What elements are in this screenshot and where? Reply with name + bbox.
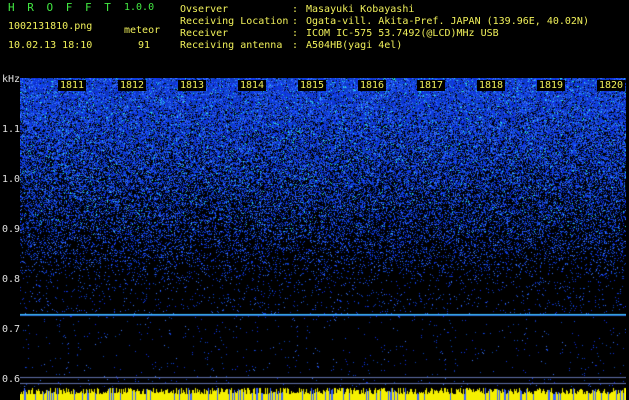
app-title: H R O F F T — [8, 1, 114, 14]
time-tick-label: 1820 — [597, 80, 626, 91]
location-colon: : — [292, 16, 299, 27]
freq-tick-label: 0.9 — [2, 224, 21, 235]
time-tick-label: 1819 — [537, 80, 566, 91]
freq-tick-label: 1.0 — [2, 174, 21, 185]
observer-colon: : — [292, 4, 299, 15]
receiver-value: ICOM IC-575 53.7492(@LCD)MHz USB — [306, 28, 499, 39]
spectrogram-plot — [20, 78, 626, 392]
antenna-label: Receiving antenna — [180, 40, 283, 51]
antenna-colon: : — [292, 40, 299, 51]
freq-tick-label: 0.6 — [2, 374, 21, 385]
time-tick-label: 1818 — [477, 80, 506, 91]
time-tick-label: 1812 — [118, 80, 147, 91]
freq-tick-label: 1.1 — [2, 124, 21, 135]
receiver-label: Receiver — [180, 28, 229, 39]
file-name: 1002131810.png — [8, 21, 93, 32]
freq-axis-unit: kHz — [2, 74, 21, 85]
time-tick-label: 1811 — [58, 80, 87, 91]
time-tick-label: 1815 — [298, 80, 327, 91]
receiver-colon: : — [292, 28, 299, 39]
time-tick-label: 1813 — [178, 80, 207, 91]
antenna-value: A504HB(yagi 4el) — [306, 40, 403, 51]
freq-tick-label: 0.7 — [2, 324, 21, 335]
date-time: 10.02.13 18:10 — [8, 40, 93, 51]
time-tick-label: 1816 — [358, 80, 387, 91]
time-tick-label: 1814 — [238, 80, 267, 91]
observer-label: Ovserver — [180, 4, 229, 15]
location-label: Receiving Location — [180, 16, 289, 27]
meteor-count: 91 — [138, 40, 151, 51]
time-tick-label: 1817 — [417, 80, 446, 91]
signal-level-strip — [20, 387, 626, 400]
app-version: 1.0.0 — [124, 2, 155, 13]
meteor-label: meteor — [124, 25, 161, 36]
location-value: Ogata-vill. Akita-Pref. JAPAN (139.96E, … — [306, 16, 589, 27]
observer-value: Masayuki Kobayashi — [306, 4, 415, 15]
hrofft-window: H R O F F T 1.0.0 1002131810.png meteor … — [0, 0, 629, 400]
freq-tick-label: 0.8 — [2, 274, 21, 285]
